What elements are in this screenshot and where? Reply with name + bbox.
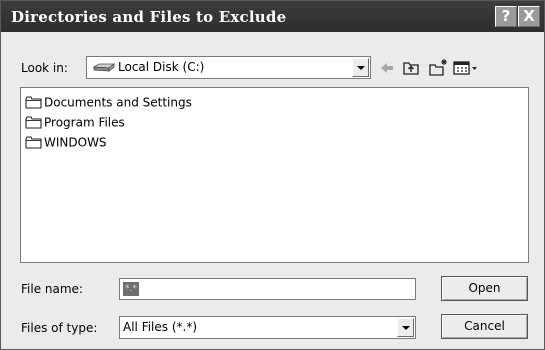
list-item-label: WINDOWS	[44, 135, 107, 150]
view-menu-icon[interactable]	[452, 58, 482, 78]
folder-icon	[25, 136, 43, 149]
folder-icon	[25, 116, 43, 129]
list-item-label: Program Files	[44, 115, 125, 130]
list-item-label: Documents and Settings	[44, 95, 192, 110]
open-button[interactable]: Open	[441, 276, 528, 301]
files-of-type-dropdown-arrow[interactable]	[397, 318, 414, 337]
files-of-type-label: Files of type:	[21, 321, 98, 335]
look-in-label: Look in:	[21, 61, 68, 75]
look-in-dropdown[interactable]: Local Disk (C:)	[86, 56, 371, 79]
up-one-level-icon[interactable]	[401, 58, 421, 78]
cancel-button[interactable]: Cancel	[441, 314, 528, 339]
list-item[interactable]: WINDOWS	[25, 135, 107, 151]
file-name-input[interactable]: *.*	[119, 278, 416, 300]
files-of-type-dropdown[interactable]: All Files (*.*)	[119, 316, 416, 339]
files-of-type-value: All Files (*.*)	[123, 320, 198, 334]
title-bar[interactable]: Directories and Files to Exclude ? X	[1, 1, 544, 32]
look-in-value: Local Disk (C:)	[118, 60, 205, 74]
look-in-dropdown-arrow[interactable]	[352, 58, 369, 77]
list-item[interactable]: Documents and Settings	[25, 95, 192, 111]
close-icon: X	[523, 7, 535, 25]
folder-icon	[25, 96, 43, 109]
help-icon: ?	[501, 7, 511, 25]
drive-icon	[92, 63, 116, 76]
file-list[interactable]: Documents and Settings Program Files WIN…	[20, 87, 529, 263]
new-folder-icon[interactable]	[428, 58, 448, 78]
list-item[interactable]: Program Files	[25, 115, 125, 131]
file-name-value: *.*	[123, 282, 139, 296]
back-arrow-icon[interactable]	[377, 58, 397, 78]
dialog-window: Directories and Files to Exclude ? X Loo…	[0, 0, 545, 350]
close-button[interactable]: X	[518, 6, 540, 27]
dialog-title: Directories and Files to Exclude	[11, 8, 287, 26]
file-name-label: File name:	[21, 282, 83, 296]
help-button[interactable]: ?	[495, 6, 517, 27]
